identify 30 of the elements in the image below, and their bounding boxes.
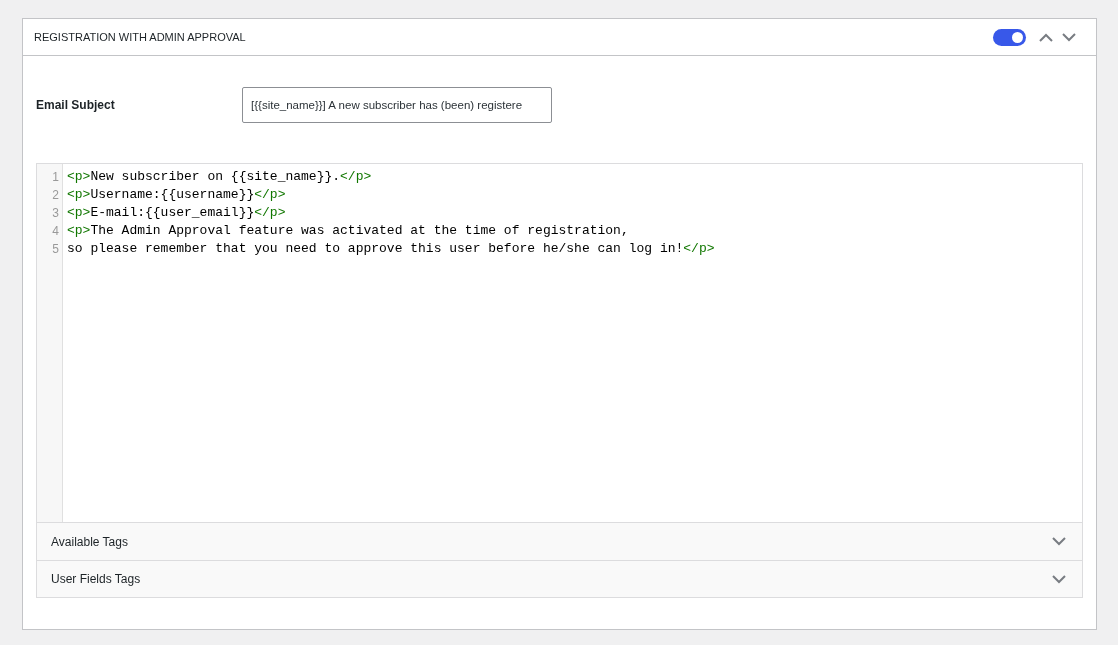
email-subject-field[interactable]: [{{site_name}}] A new subscriber has (been) registere	[242, 87, 552, 123]
accordion-header[interactable]: User Fields Tags	[37, 560, 1082, 597]
accordion-header[interactable]: Available Tags	[37, 523, 1082, 560]
field-label: Email Subject	[36, 97, 116, 114]
chevron-down-icon	[1062, 32, 1076, 42]
panel-title: REGISTRATION WITH ADMIN APPROVAL	[34, 29, 247, 45]
code-tag: <p>	[67, 169, 91, 184]
chevron-up-icon	[1039, 32, 1053, 42]
code-tag: </p>	[254, 187, 286, 202]
line-number: 4	[51, 223, 60, 240]
code-text: E-mail:{{user_email}}	[90, 205, 255, 220]
move-down-button[interactable]	[1062, 32, 1076, 42]
line-number: 1	[51, 169, 60, 186]
code-tag: <p>	[67, 205, 91, 220]
code-text: New subscriber on {{site_name}}.	[90, 169, 341, 184]
line-number: 3	[51, 205, 60, 222]
code-tag: <p>	[67, 187, 91, 202]
chevron-down-icon	[1052, 574, 1066, 584]
code-tag: </p>	[340, 169, 372, 184]
chevron-down-icon	[1052, 537, 1066, 546]
line-number: 2	[51, 187, 60, 204]
toggle-switch[interactable]	[993, 28, 1026, 46]
move-up-button[interactable]	[1039, 32, 1053, 42]
code-tag: </p>	[683, 241, 715, 256]
code-tag: </p>	[254, 205, 286, 220]
code-tag: <p>	[67, 223, 91, 238]
line-number: 5	[51, 241, 60, 258]
code-text: Username:{{username}}	[90, 187, 255, 202]
code-text: The Admin Approval feature was activated at the time of registration,	[90, 223, 629, 238]
code-text: so please remember that you need to approve this user before he/she can log in!	[67, 241, 684, 256]
